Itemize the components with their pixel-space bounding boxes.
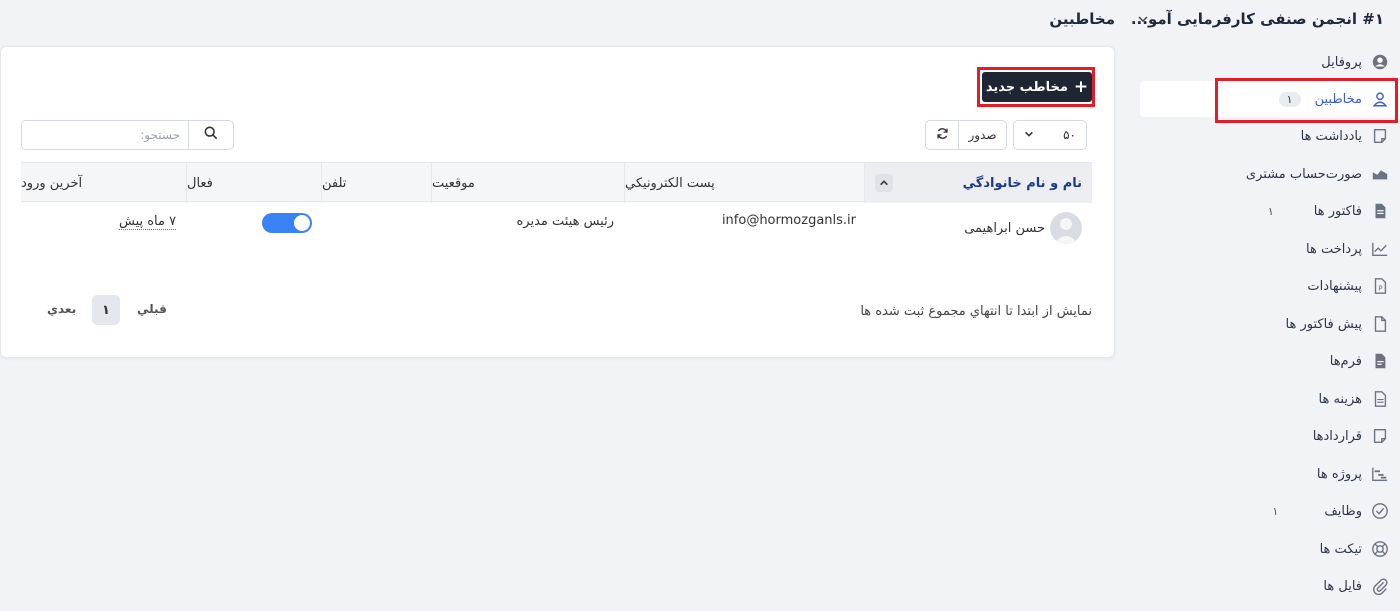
column-label: نام و نام خانوادگي [962, 175, 1082, 191]
column-header-position[interactable]: موقعيت [431, 163, 624, 203]
toggle-knob [294, 215, 310, 231]
table-controls: صدور ۵۰ [925, 120, 1087, 150]
page-title: مخاطبین [1049, 10, 1115, 28]
sidebar-item-proposals[interactable]: P پیشنهادات [1140, 268, 1400, 304]
form-icon [1370, 351, 1390, 371]
user-circle-icon [1370, 52, 1390, 72]
sidebar-item-count: ۱ [1267, 204, 1274, 218]
column-label: تلفن [322, 175, 347, 191]
column-header-email[interactable]: پست الكترونيكي [624, 163, 864, 203]
sidebar-item-label: صورت‌حساب مشتری [1245, 166, 1362, 182]
export-button[interactable]: صدور [959, 120, 1007, 150]
page-number-button[interactable]: ۱ [92, 295, 120, 325]
sidebar-item-payments[interactable]: پرداخت ها [1140, 231, 1400, 267]
table-info: نمايش از ابتدا تا انتهاي مجموع ثبت شده ه… [860, 304, 1092, 319]
company-title[interactable]: #۱ انجمن صنفی کارفرمایی آمو... [1131, 10, 1384, 28]
column-label: فعال [187, 175, 213, 191]
search-input[interactable] [22, 121, 188, 149]
sidebar-item-label: هزینه ها [1318, 391, 1363, 407]
svg-text:P: P [1378, 284, 1383, 293]
sidebar-item-label: پرداخت ها [1306, 241, 1362, 257]
page-size-value: ۵۰ [1063, 128, 1076, 142]
sidebar-item-files[interactable]: فایل ها [1140, 568, 1400, 604]
expense-icon [1370, 389, 1390, 409]
sidebar-item-label: پیشنهادات [1307, 278, 1362, 294]
proposal-icon: P [1370, 276, 1390, 296]
contract-icon [1370, 426, 1390, 446]
chevron-down-icon [1024, 128, 1034, 142]
sidebar-item-label: پروفایل [1321, 54, 1362, 70]
sidebar-item-label: فرم‌ها [1329, 353, 1362, 369]
avatar[interactable] [1050, 212, 1082, 244]
new-contact-button[interactable]: + مخاطب جدید [982, 72, 1092, 102]
chevron-down-icon[interactable] [1136, 12, 1150, 26]
sidebar-item-label: فایل ها [1323, 578, 1362, 594]
sidebar-item-label: تیکت ها [1319, 541, 1362, 557]
sidebar-item-tickets[interactable]: تیکت ها [1140, 531, 1400, 567]
page-size-select[interactable]: ۵۰ [1013, 120, 1087, 150]
sidebar-item-label: پروژه ها [1316, 466, 1362, 482]
invoice-icon [1370, 201, 1390, 221]
sidebar-item-contacts[interactable]: مخاطبین ۱ [1140, 81, 1400, 117]
sidebar-item-label: قراردادها [1312, 428, 1362, 444]
sidebar-item-label: پیش فاکتور ها [1285, 316, 1362, 332]
sidebar-item-label: مخاطبین [1314, 91, 1362, 107]
sidebar-item-tasks[interactable]: وظایف ۱ [1140, 493, 1400, 529]
refresh-button[interactable] [925, 120, 959, 150]
refresh-icon [936, 127, 949, 143]
file-icon [1370, 314, 1390, 334]
sidebar-item-label: فاکتور ها [1313, 203, 1362, 219]
search-icon [204, 126, 218, 144]
lifebuoy-icon [1370, 539, 1390, 559]
line-chart-icon [1370, 239, 1390, 259]
new-contact-highlight: + مخاطب جدید [977, 67, 1095, 107]
column-label: آخرين ورود [21, 175, 83, 191]
gantt-icon [1370, 464, 1390, 484]
sidebar-item-profile[interactable]: پروفایل [1140, 44, 1400, 80]
sidebar-item-invoices[interactable]: فاکتور ها ۱ [1140, 193, 1400, 229]
new-contact-label: مخاطب جدید [985, 79, 1068, 95]
column-header-active[interactable]: فعال [186, 163, 321, 203]
table-row: حسن ابراهیمی info@hormozganls.ir رئیس هی… [21, 203, 1092, 253]
sidebar-item-count: ۱ [1278, 91, 1301, 107]
sort-icon[interactable] [875, 174, 893, 192]
sidebar-item-notes[interactable]: یادداشت ها [1140, 118, 1400, 154]
note-icon [1370, 126, 1390, 146]
prev-page-button[interactable]: قبلي [137, 302, 167, 316]
paperclip-icon [1370, 576, 1390, 596]
contact-position: رئیس هیئت مدیره [516, 214, 614, 229]
next-page-button[interactable]: بعدي [47, 302, 76, 316]
column-header-phone[interactable]: تلفن [321, 163, 431, 203]
last-login: ۷ ماه پیش [119, 214, 177, 230]
column-header-name[interactable]: نام و نام خانوادگي [864, 163, 1092, 203]
sidebar-item-projects[interactable]: پروژه ها [1140, 456, 1400, 492]
search-box [21, 120, 234, 150]
sidebar-item-statements[interactable]: صورت‌حساب مشتری [1140, 156, 1400, 192]
column-label: موقعيت [432, 175, 475, 191]
active-toggle[interactable] [262, 213, 312, 233]
user-icon [1370, 89, 1390, 109]
contact-name[interactable]: حسن ابراهیمی [964, 221, 1045, 236]
column-header-last-login[interactable]: آخرين ورود [21, 163, 186, 203]
sidebar-item-count: ۱ [1272, 504, 1279, 518]
contact-email[interactable]: info@hormozganls.ir [722, 213, 856, 228]
sidebar-item-label: وظایف [1324, 503, 1362, 519]
sidebar-item-forms[interactable]: فرم‌ها [1140, 343, 1400, 379]
table-header: نام و نام خانوادگي پست الكترونيكي موقعيت… [21, 162, 1092, 203]
sidebar-item-estimates[interactable]: پیش فاکتور ها [1140, 306, 1400, 342]
sidebar-item-contracts[interactable]: قراردادها [1140, 418, 1400, 454]
column-label: پست الكترونيكي [625, 175, 715, 191]
sidebar-item-expenses[interactable]: هزینه ها [1140, 381, 1400, 417]
plus-icon: + [1073, 77, 1089, 97]
sidebar-item-label: یادداشت ها [1300, 128, 1362, 144]
area-chart-icon [1370, 164, 1390, 184]
search-button[interactable] [188, 121, 233, 149]
check-circle-icon [1370, 501, 1390, 521]
